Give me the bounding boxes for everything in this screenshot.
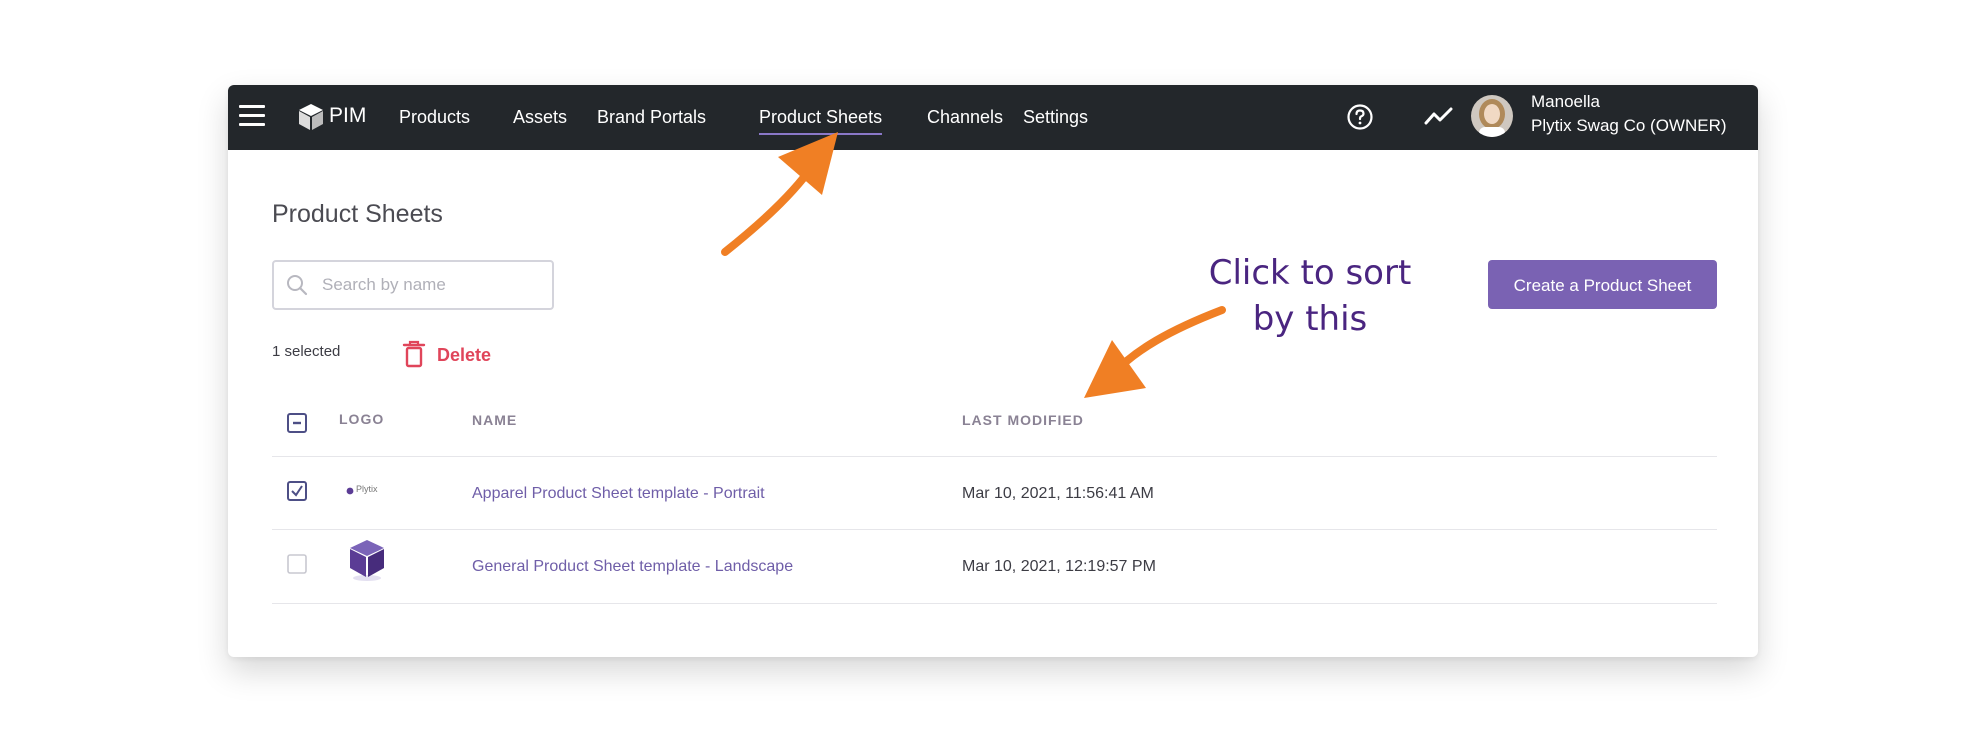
arrow-head-top <box>778 132 838 195</box>
annotation-line-2: by this <box>1252 299 1368 339</box>
annotation-arrows <box>721 132 1226 398</box>
annotation-text: Click to sort by this <box>1205 250 1415 342</box>
annotation-line-1: Click to sort <box>1208 253 1412 293</box>
